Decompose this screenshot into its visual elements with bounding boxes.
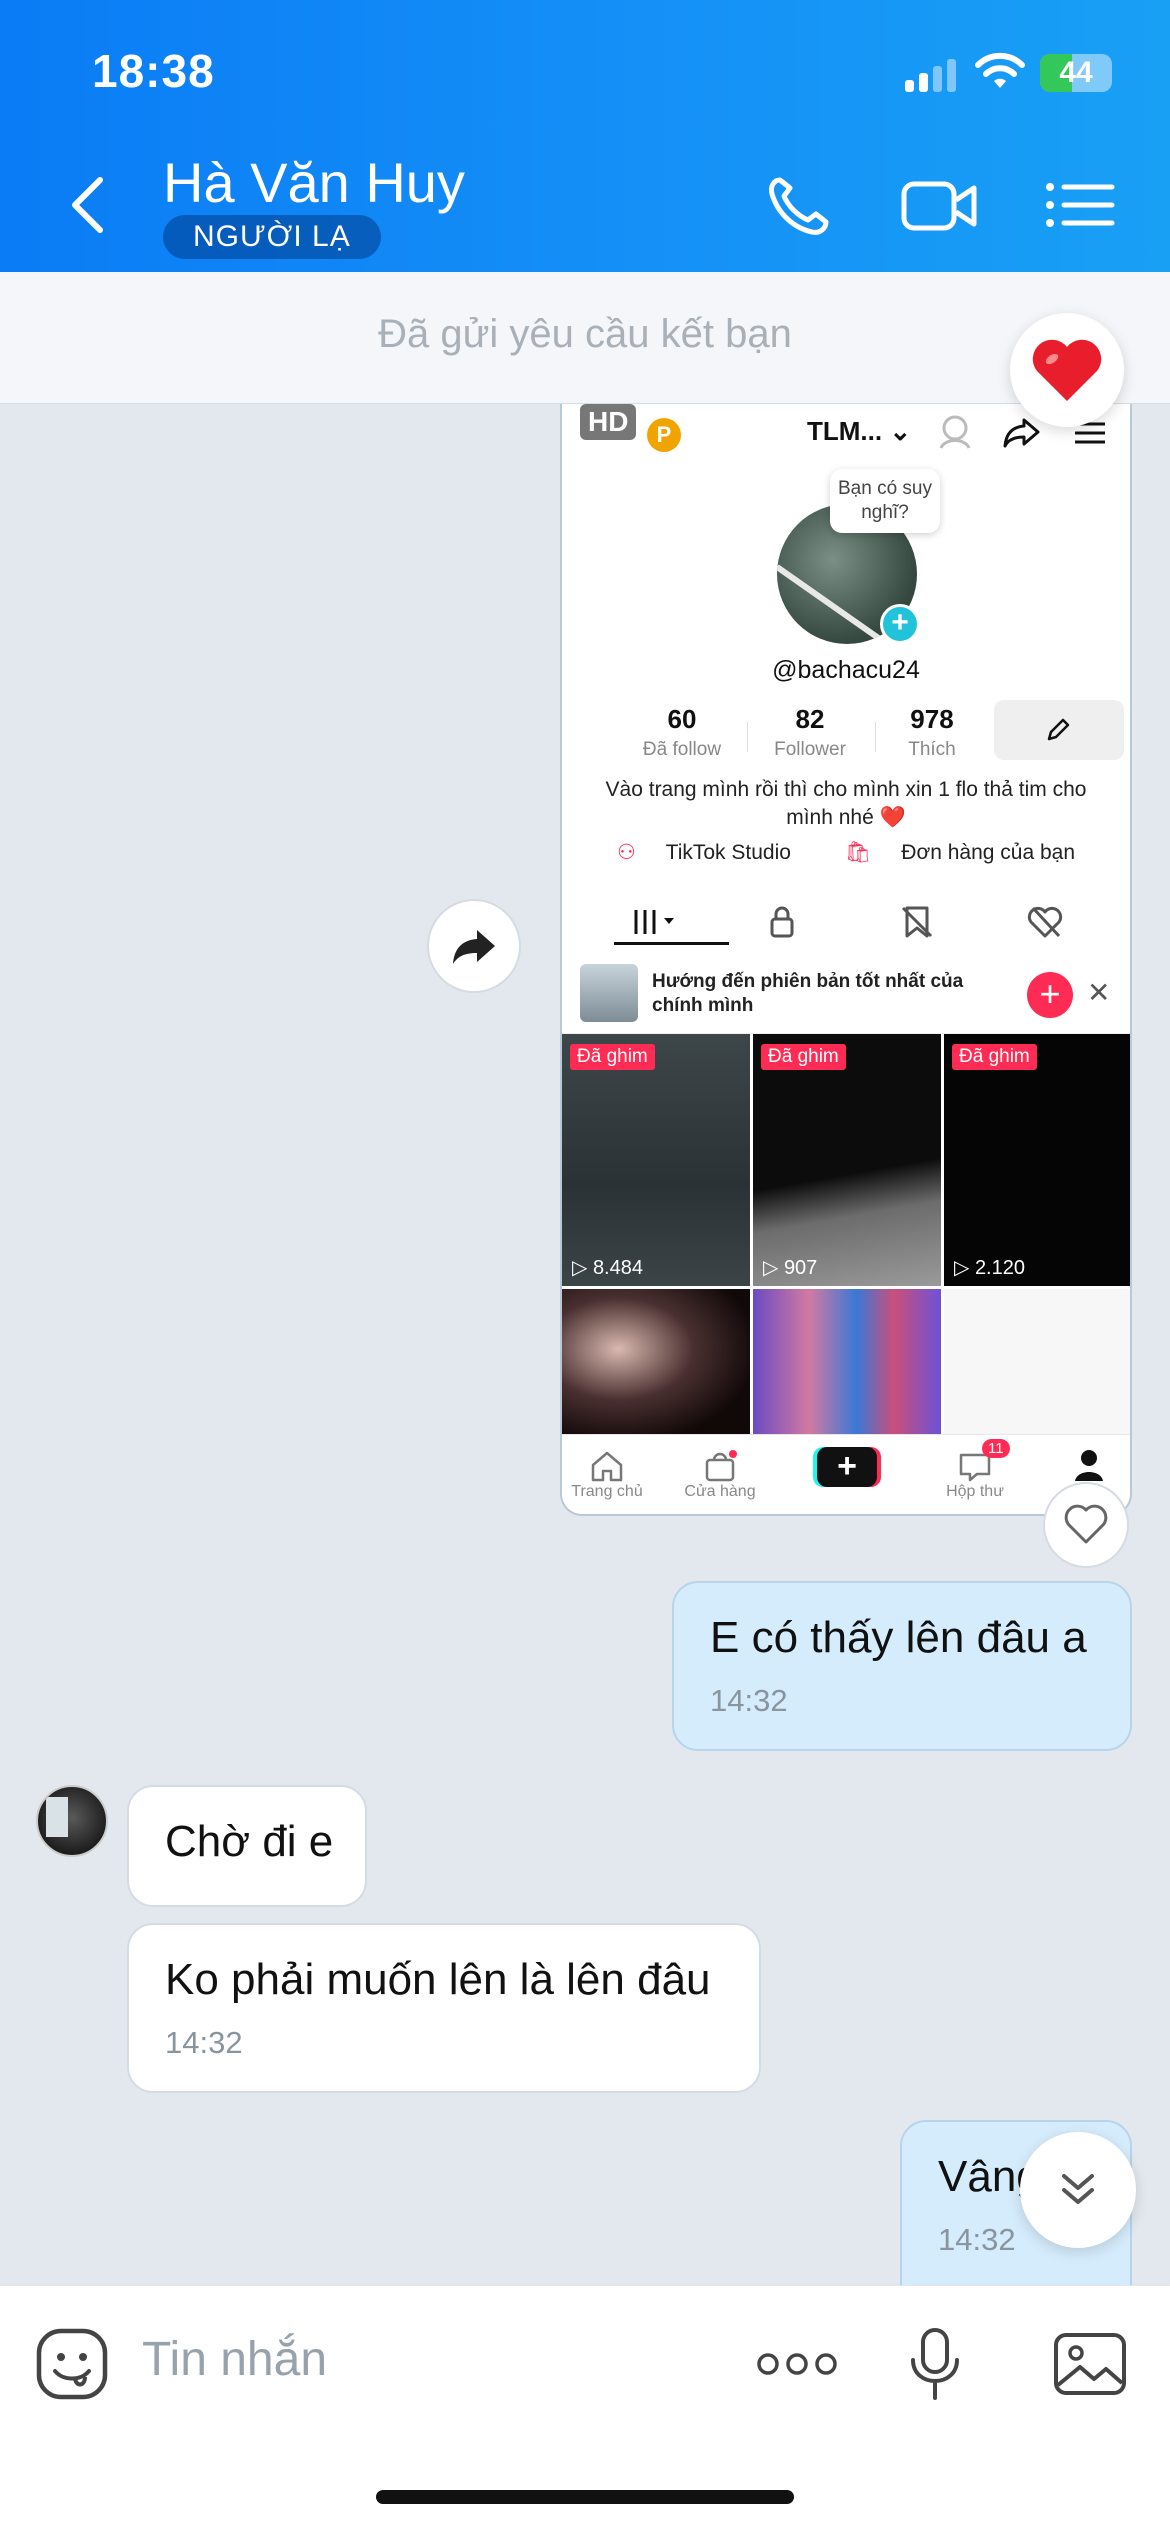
chat-header: 18:38 44 Hà Văn Huy NGƯỜI LẠ bbox=[0, 0, 1170, 272]
more-options-button[interactable] bbox=[752, 2324, 842, 2404]
video-thumb: Đã ghim ▷ 8.484 bbox=[562, 1034, 750, 1286]
tt-bio: Vào trang mình rồi thì cho mình xin 1 fl… bbox=[605, 778, 1087, 829]
message-bubble-outgoing[interactable]: E có thấy lên đâu a 14:32 bbox=[672, 1581, 1132, 1751]
more-dots-icon bbox=[757, 2353, 837, 2375]
shop-bag-icon bbox=[705, 1450, 737, 1482]
create-plus-icon: + bbox=[817, 1447, 877, 1487]
video-thumb bbox=[562, 1289, 750, 1439]
tt-thought-bubble: Bạn có suy nghĩ? bbox=[830, 469, 940, 533]
close-icon: ✕ bbox=[1087, 977, 1111, 1008]
promo-thumbnail bbox=[580, 964, 638, 1022]
microphone-icon bbox=[911, 2328, 959, 2400]
sticker-icon bbox=[36, 2328, 108, 2400]
back-button[interactable] bbox=[60, 170, 120, 240]
wifi-icon bbox=[975, 52, 1025, 88]
sticker-button[interactable] bbox=[32, 2324, 112, 2404]
message-text: Ko phải muốn lên là lên đâu bbox=[165, 1955, 711, 2004]
tt-stat-followers: 82 Follower bbox=[774, 704, 846, 760]
p-badge: P bbox=[647, 418, 681, 452]
nav-inbox: 11 Hộp thư bbox=[930, 1439, 1020, 1501]
status-time: 18:38 bbox=[92, 45, 215, 97]
video-thumb-empty bbox=[944, 1289, 1130, 1439]
forward-arrow-icon bbox=[453, 930, 495, 964]
video-call-icon[interactable] bbox=[900, 170, 980, 240]
home-icon bbox=[591, 1451, 623, 1482]
message-text: E có thấy lên đâu a bbox=[710, 1613, 1087, 1662]
like-button[interactable] bbox=[1043, 1482, 1129, 1568]
photo-button[interactable] bbox=[1050, 2324, 1130, 2404]
share-arrow-icon bbox=[1003, 418, 1040, 448]
video-thumb: Đã ghim ▷ 907 bbox=[753, 1034, 941, 1286]
image-gallery-icon bbox=[1054, 2333, 1126, 2395]
message-input[interactable]: Tin nhắn bbox=[142, 2332, 327, 2387]
promo-text: Hướng đến phiên bản tốt nhất của chính m… bbox=[652, 971, 964, 1016]
message-text: Chờ đi e bbox=[165, 1817, 334, 1866]
nav-shop: Cửa hàng bbox=[675, 1439, 765, 1501]
image-message[interactable]: HD P TLM... ⌄ Bạn có suy nghĩ? + @bachac… bbox=[560, 404, 1132, 1516]
battery-level: 44 bbox=[1059, 56, 1093, 89]
video-thumb bbox=[753, 1289, 941, 1439]
phone-call-icon[interactable] bbox=[760, 170, 840, 240]
tt-studio-link: TikTok Studio bbox=[665, 841, 791, 864]
lock-tab-icon bbox=[770, 906, 794, 938]
friend-request-banner: Đã gửi yêu cầu kết bạn bbox=[0, 272, 1170, 404]
tt-links: ⚇ TikTok Studio 🛍 Đơn hàng của bạn bbox=[616, 841, 1076, 864]
heart-reaction-icon[interactable] bbox=[1010, 313, 1124, 427]
tt-add-icon: + bbox=[880, 604, 920, 644]
stranger-badge: NGƯỜI LẠ bbox=[163, 215, 381, 259]
message-time: 14:32 bbox=[710, 1683, 788, 1718]
tt-stat-following: 60 Đã follow bbox=[642, 704, 722, 760]
promo-add-icon: + bbox=[1027, 972, 1073, 1018]
contact-name[interactable]: Hà Văn Huy bbox=[163, 150, 465, 215]
message-time: 14:32 bbox=[165, 2025, 243, 2060]
bookmark-tab-icon bbox=[901, 906, 933, 938]
profile-views-icon bbox=[939, 415, 971, 449]
tt-orders-link: Đơn hàng của bạn bbox=[901, 841, 1076, 864]
profile-icon bbox=[1075, 1450, 1103, 1481]
message-bubble-incoming[interactable]: Chờ đi e bbox=[127, 1785, 367, 1907]
heart-outline-icon bbox=[1064, 1504, 1108, 1544]
voice-record-button[interactable] bbox=[895, 2324, 975, 2404]
friend-request-text: Đã gửi yêu cầu kết bạn bbox=[378, 312, 792, 356]
liked-tab-icon bbox=[1027, 906, 1063, 938]
tt-edit-button bbox=[994, 700, 1124, 760]
tt-username-header: TLM... ⌄ bbox=[807, 416, 912, 446]
scroll-to-bottom-button[interactable] bbox=[1020, 2132, 1136, 2248]
home-indicator bbox=[376, 2490, 794, 2504]
nav-profile bbox=[1044, 1439, 1130, 1483]
menu-list-icon[interactable] bbox=[1040, 170, 1120, 240]
tt-handle: @bachacu24 bbox=[772, 656, 920, 684]
chevron-double-down-icon bbox=[1062, 2174, 1094, 2204]
nav-home: Trang chủ bbox=[562, 1439, 652, 1501]
tt-stat-likes: 978 Thích bbox=[908, 704, 956, 760]
signal-icon bbox=[905, 58, 957, 92]
avatar[interactable] bbox=[36, 1785, 108, 1857]
message-bubble-incoming[interactable]: Ko phải muốn lên là lên đâu 14:32 bbox=[127, 1923, 761, 2093]
inbox-count-badge: 11 bbox=[982, 1439, 1010, 1458]
forward-button[interactable] bbox=[427, 899, 521, 993]
video-thumb: Đã ghim ▷ 2.120 bbox=[944, 1034, 1130, 1286]
tt-bottom-nav: Trang chủ Cửa hàng + 11 Hộp thư bbox=[562, 1434, 1130, 1514]
pencil-icon bbox=[1047, 718, 1070, 741]
battery-icon: 44 bbox=[1040, 54, 1112, 92]
tt-promo: Hướng đến phiên bản tốt nhất của chính m… bbox=[562, 952, 1130, 1034]
hd-badge: HD bbox=[580, 404, 637, 440]
tt-tabs bbox=[562, 890, 1130, 950]
grid-tab-icon bbox=[634, 910, 674, 934]
